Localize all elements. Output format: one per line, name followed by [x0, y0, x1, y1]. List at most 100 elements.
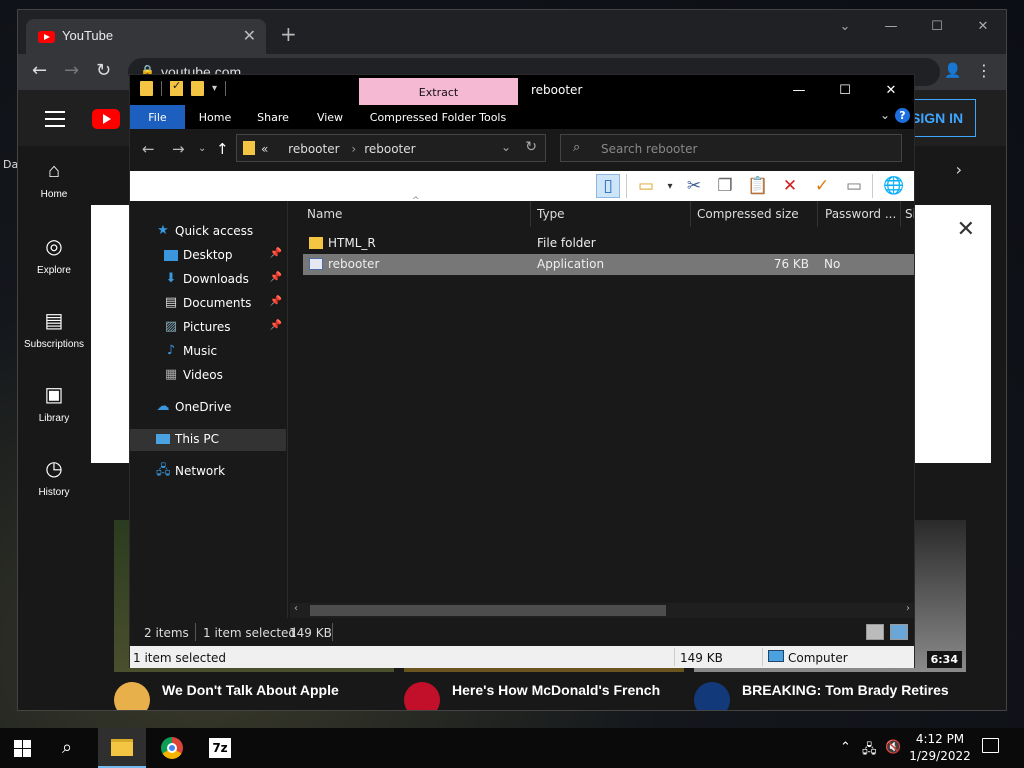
- tab-share[interactable]: Share: [250, 105, 296, 129]
- nav-item-videos[interactable]: ▦ Videos: [130, 365, 286, 387]
- taskbar-7zip[interactable]: 7z: [196, 728, 244, 768]
- forward-icon[interactable]: →: [64, 60, 79, 81]
- minimize-button[interactable]: —: [776, 75, 822, 105]
- back-icon[interactable]: ←: [142, 140, 155, 158]
- video-title[interactable]: Here's How McDonald's French: [452, 682, 692, 698]
- large-icons-view-icon[interactable]: [890, 624, 908, 640]
- horizontal-scrollbar[interactable]: ‹ ›: [290, 603, 914, 618]
- properties-icon[interactable]: [170, 79, 183, 96]
- column-header-size[interactable]: Si: [905, 207, 914, 221]
- pin-icon[interactable]: 📌: [270, 272, 282, 283]
- sidebar-item-home[interactable]: ⌂ Home: [18, 160, 90, 200]
- avatar[interactable]: [694, 682, 730, 710]
- back-icon[interactable]: ←: [32, 60, 47, 81]
- nav-item-network[interactable]: 🖧 Network: [130, 461, 286, 483]
- folder-view-icon[interactable]: ▭: [634, 174, 658, 198]
- column-header-type[interactable]: Type: [537, 207, 677, 221]
- paste-icon[interactable]: 📋: [746, 174, 770, 198]
- up-icon[interactable]: ↑: [216, 140, 229, 158]
- close-icon[interactable]: ✕: [957, 217, 975, 242]
- cut-icon[interactable]: ✂: [682, 174, 706, 198]
- taskbar-file-explorer[interactable]: [98, 728, 146, 768]
- chevron-down-icon[interactable]: ⌄: [880, 108, 890, 122]
- chevron-up-icon[interactable]: ⌃: [840, 740, 851, 755]
- table-row[interactable]: HTML_R File folder: [303, 233, 914, 254]
- tab-view[interactable]: View: [308, 105, 352, 129]
- column-divider[interactable]: [900, 201, 901, 227]
- chevron-left-icon[interactable]: ‹: [294, 603, 298, 614]
- volume-muted-icon[interactable]: 🔇: [885, 740, 901, 755]
- nav-item-downloads[interactable]: ⬇ Downloads 📌: [130, 269, 286, 291]
- chevron-right-icon[interactable]: ›: [906, 603, 910, 614]
- nav-item-quick-access[interactable]: ★ Quick access: [130, 221, 286, 243]
- windows-start-icon[interactable]: [14, 740, 31, 757]
- pin-icon[interactable]: 📌: [270, 320, 282, 331]
- profile-icon[interactable]: 👤: [944, 63, 961, 79]
- sidebar-item-history[interactable]: ◷ History: [18, 456, 90, 498]
- chevron-down-icon[interactable]: ▾: [658, 174, 682, 198]
- avatar[interactable]: [404, 682, 440, 710]
- tab-file[interactable]: File: [130, 105, 185, 129]
- folder-icon[interactable]: [140, 81, 153, 96]
- column-header-password[interactable]: Password ...: [825, 207, 899, 221]
- nav-item-documents[interactable]: ▤ Documents 📌: [130, 293, 286, 315]
- column-divider[interactable]: [690, 201, 691, 227]
- scrollbar-thumb[interactable]: [310, 605, 666, 616]
- new-tab-button[interactable]: +: [280, 24, 297, 44]
- address-bar[interactable]: « rebooter › rebooter ⌄ ↻: [236, 134, 546, 162]
- notifications-icon[interactable]: [982, 738, 999, 753]
- chrome-menu-icon[interactable]: ⋮: [976, 61, 992, 80]
- menu-icon[interactable]: [45, 111, 65, 132]
- pin-icon[interactable]: 📌: [270, 248, 282, 259]
- column-divider[interactable]: [817, 201, 818, 227]
- chrome-maximize-button[interactable]: ☐: [914, 10, 960, 42]
- rename-icon[interactable]: ▭: [842, 174, 866, 198]
- sidebar-item-subscriptions[interactable]: ▤ Subscriptions: [18, 308, 90, 350]
- delete-icon[interactable]: ✕: [778, 174, 802, 198]
- breadcrumb-item[interactable]: rebooter: [288, 142, 339, 156]
- chevron-right-icon[interactable]: ›: [956, 160, 962, 179]
- chevron-down-icon[interactable]: ▾: [212, 81, 217, 96]
- tab-home[interactable]: Home: [192, 105, 238, 129]
- pin-icon[interactable]: 📌: [270, 296, 282, 307]
- refresh-icon[interactable]: ↻: [525, 139, 537, 155]
- forward-icon[interactable]: →: [172, 140, 185, 158]
- details-view-icon[interactable]: [866, 624, 884, 640]
- breadcrumb-item[interactable]: rebooter: [364, 142, 415, 156]
- recent-locations-icon[interactable]: ⌄: [198, 143, 206, 154]
- video-title[interactable]: We Don't Talk About Apple: [162, 682, 402, 698]
- tab-extract[interactable]: Extract: [359, 78, 518, 105]
- layout-icon[interactable]: ▯: [596, 174, 620, 198]
- maximize-button[interactable]: ☐: [822, 75, 868, 105]
- check-icon[interactable]: ✓: [810, 174, 834, 198]
- reload-icon[interactable]: ↻: [96, 60, 111, 81]
- tab-close-icon[interactable]: ✕: [243, 26, 256, 45]
- sidebar-item-explore[interactable]: ◎ Explore: [18, 234, 90, 276]
- column-divider[interactable]: [530, 201, 531, 227]
- sidebar-item-library[interactable]: ▣ Library: [18, 382, 90, 424]
- globe-icon[interactable]: 🌐: [882, 174, 906, 198]
- chevron-down-icon[interactable]: ⌄: [501, 140, 511, 154]
- column-header-name[interactable]: Name: [307, 207, 507, 221]
- close-button[interactable]: ✕: [868, 75, 914, 105]
- chrome-close-button[interactable]: ✕: [960, 10, 1006, 42]
- avatar[interactable]: [114, 682, 150, 710]
- nav-item-this-pc[interactable]: This PC: [130, 429, 286, 451]
- desktop-icon-label[interactable]: Da: [3, 158, 18, 171]
- taskbar-chrome[interactable]: [148, 728, 196, 768]
- column-header-compressed-size[interactable]: Compressed size: [697, 207, 815, 221]
- breadcrumb-overflow[interactable]: «: [261, 142, 268, 156]
- chrome-minimize-button[interactable]: —: [868, 10, 914, 42]
- youtube-logo-icon[interactable]: [92, 109, 120, 129]
- help-icon[interactable]: ?: [895, 108, 910, 123]
- network-status-icon[interactable]: 🖧: [862, 740, 877, 762]
- new-folder-icon[interactable]: [191, 81, 204, 96]
- nav-item-desktop[interactable]: Desktop 📌: [130, 245, 286, 267]
- system-clock[interactable]: 4:12 PM 1/29/2022: [908, 731, 972, 765]
- nav-item-music[interactable]: ♪ Music: [130, 341, 286, 363]
- video-title[interactable]: BREAKING: Tom Brady Retires: [742, 682, 982, 698]
- chrome-tab-search-icon[interactable]: ⌄: [822, 10, 868, 42]
- nav-item-onedrive[interactable]: ☁ OneDrive: [130, 397, 286, 419]
- tab-compressed-folder-tools[interactable]: Compressed Folder Tools: [362, 105, 514, 129]
- nav-item-pictures[interactable]: ▨ Pictures 📌: [130, 317, 286, 339]
